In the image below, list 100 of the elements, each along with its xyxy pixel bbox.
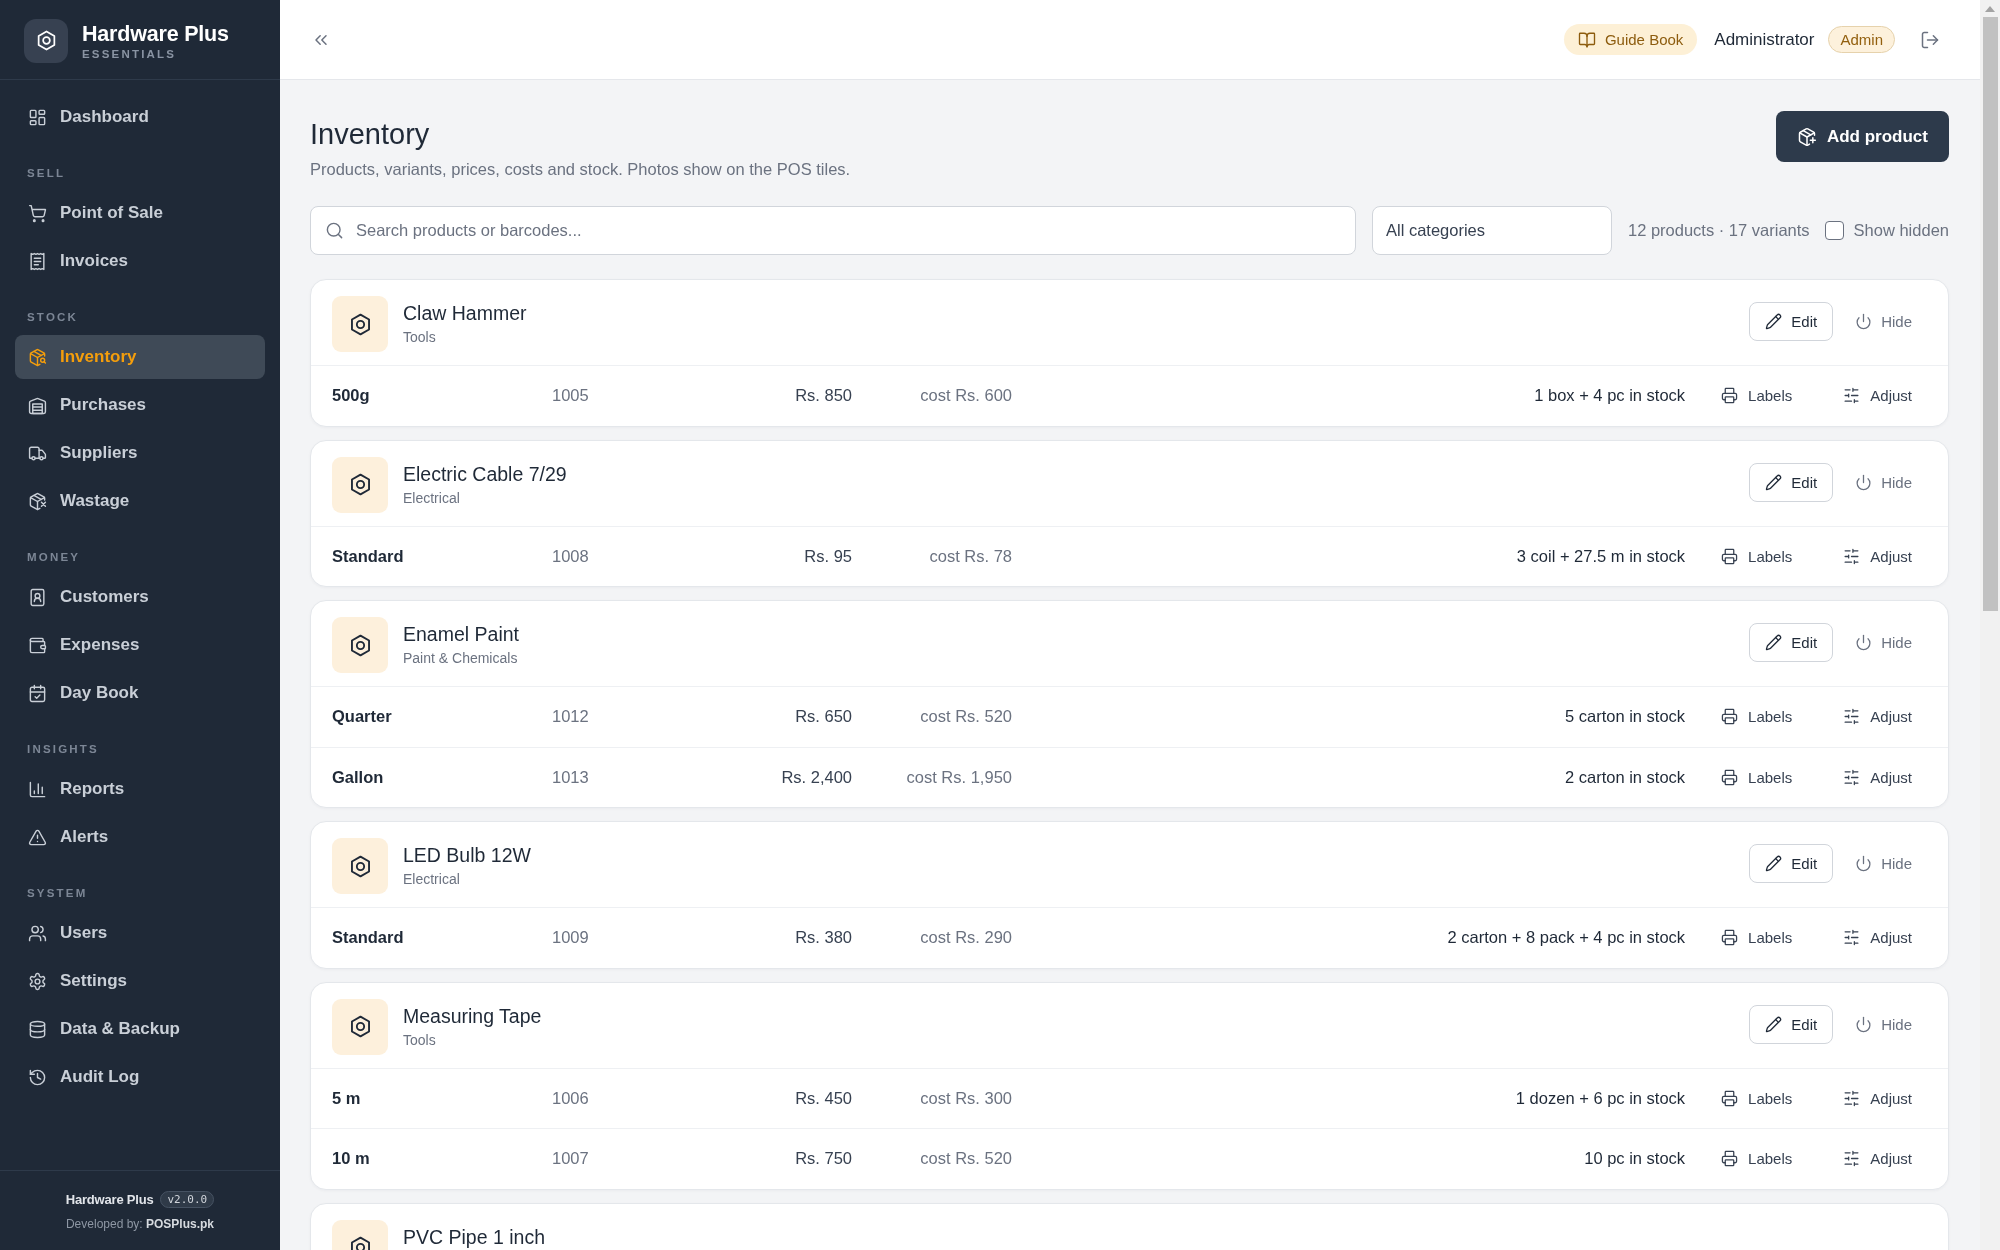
sliders-icon [1843, 768, 1861, 786]
printer-icon [1721, 708, 1739, 726]
product-name: Enamel Paint [403, 622, 519, 647]
product-category: Tools [403, 1030, 437, 1049]
product-category: Electrical [403, 870, 461, 888]
pencil-icon [1765, 473, 1783, 491]
nav-item[interactable]: Expenses [15, 623, 265, 667]
edit-button[interactable]: Edit [1749, 302, 1834, 341]
nav-item[interactable]: Reports [15, 767, 265, 811]
warehouse-icon [28, 395, 47, 415]
pencil-icon [1765, 855, 1783, 872]
adjust-button[interactable]: Adjust [1843, 387, 1912, 405]
edit-button[interactable]: Edit [1749, 462, 1834, 502]
developer-credit: Developed by: POSPlus.pk [65, 1216, 215, 1231]
receipt-icon [28, 251, 47, 271]
variant-cost: cost Rs. 290 [920, 928, 1012, 948]
labels-button[interactable]: Labels [1721, 768, 1793, 786]
add-product-button[interactable]: Add product [1775, 111, 1949, 162]
power-icon [1855, 473, 1873, 491]
adjust-button[interactable]: Adjust [1843, 547, 1912, 565]
hide-button[interactable]: Hide [1855, 313, 1912, 330]
category-select[interactable]: All categories [1371, 206, 1612, 255]
nav-item[interactable]: Customers [15, 575, 265, 619]
cart-icon [28, 203, 47, 223]
variant-code: 1007 [552, 1149, 589, 1169]
database-icon [28, 1019, 47, 1039]
nav-item[interactable]: Point of Sale [15, 191, 265, 235]
sliders-icon [1843, 929, 1861, 947]
pencil-icon [1765, 313, 1783, 330]
nav-section-label: SYSTEM [27, 885, 88, 900]
hide-button[interactable]: Hide [1855, 473, 1912, 491]
show-hidden-checkbox[interactable] [1824, 221, 1844, 240]
nav-item[interactable]: Inventory [15, 335, 265, 379]
printer-icon [1721, 387, 1739, 405]
nav-item[interactable]: Suppliers [15, 431, 265, 475]
power-icon [1855, 634, 1873, 651]
power-icon [1855, 313, 1873, 330]
adjust-button[interactable]: Adjust [1843, 708, 1912, 726]
adjust-button[interactable]: Adjust [1843, 768, 1912, 786]
labels-button[interactable]: Labels [1721, 708, 1793, 726]
variant-code: 1009 [552, 928, 589, 948]
box-x-icon [28, 491, 47, 511]
truck-icon [28, 443, 47, 463]
search-field[interactable]: Search products or barcodes... [310, 206, 1356, 255]
variant-cost: cost Rs. 520 [920, 707, 1012, 727]
labels-button[interactable]: Labels [1721, 1089, 1793, 1107]
variant-name: 500g [332, 386, 370, 406]
product-name: Electric Cable 7/29 [403, 461, 567, 487]
variant-name: Standard [332, 546, 404, 566]
version-badge: v2.0.0 [160, 1190, 215, 1208]
edit-button[interactable]: Edit [1749, 1004, 1834, 1044]
hide-button[interactable]: Hide [1855, 855, 1912, 872]
logout-icon[interactable] [1920, 29, 1940, 50]
nav-item[interactable]: Wastage [15, 479, 265, 523]
nav-item[interactable]: Users [15, 911, 265, 955]
variant-price: Rs. 95 [804, 546, 852, 566]
variant-price: Rs. 450 [795, 1088, 852, 1108]
power-icon [1855, 855, 1873, 872]
users-icon [28, 923, 47, 943]
power-icon [1855, 1015, 1873, 1033]
variant-cost: cost Rs. 78 [929, 546, 1012, 566]
labels-button[interactable]: Labels [1721, 1150, 1793, 1168]
variant-price: Rs. 380 [795, 928, 852, 948]
wallet-icon [28, 635, 47, 655]
variant-code: 1008 [552, 546, 589, 566]
product-name: Claw Hammer [403, 301, 527, 326]
nav-item[interactable]: Purchases [15, 383, 265, 427]
variant-name: 10 m [332, 1149, 370, 1169]
nav-item[interactable]: Dashboard [15, 95, 265, 139]
hide-button[interactable]: Hide [1855, 1015, 1912, 1033]
nav-item[interactable]: Day Book [15, 671, 265, 715]
nav-item[interactable]: Settings [15, 959, 265, 1003]
page-title: Inventory [310, 117, 431, 152]
show-hidden-label[interactable]: Show hidden [1853, 221, 1949, 240]
edit-button[interactable]: Edit [1749, 844, 1834, 883]
adjust-button[interactable]: Adjust [1843, 929, 1912, 947]
nav-item[interactable]: Alerts [15, 815, 265, 859]
labels-button[interactable]: Labels [1721, 929, 1793, 947]
adjust-button[interactable]: Adjust [1843, 1150, 1912, 1168]
nav-item[interactable]: Invoices [15, 239, 265, 283]
edit-button[interactable]: Edit [1749, 623, 1834, 662]
hide-button[interactable]: Hide [1855, 634, 1912, 651]
contact-card-icon [28, 587, 47, 607]
labels-button[interactable]: Labels [1721, 547, 1793, 565]
guide-book-button[interactable]: Guide Book [1563, 24, 1698, 55]
page-subtitle: Products, variants, prices, costs and stock. Photos show on the POS tiles. [310, 159, 851, 180]
sliders-icon [1843, 1089, 1861, 1107]
stock-text: 2 carton + 8 pack + 4 pc in stock [1447, 928, 1686, 948]
labels-button[interactable]: Labels [1721, 387, 1793, 405]
variant-price: Rs. 750 [795, 1149, 852, 1169]
printer-icon [1721, 1089, 1739, 1107]
nav-item[interactable]: Audit Log [15, 1055, 265, 1099]
warning-icon [28, 827, 47, 847]
box-search-icon [28, 347, 47, 367]
nav-item[interactable]: Data & Backup [15, 1007, 265, 1051]
adjust-button[interactable]: Adjust [1843, 1089, 1912, 1107]
scrollbar[interactable] [1980, 0, 2000, 1250]
stock-text: 5 carton in stock [1564, 707, 1686, 727]
scrollbar-thumb[interactable] [1982, 17, 1998, 611]
printer-icon [1721, 547, 1739, 565]
